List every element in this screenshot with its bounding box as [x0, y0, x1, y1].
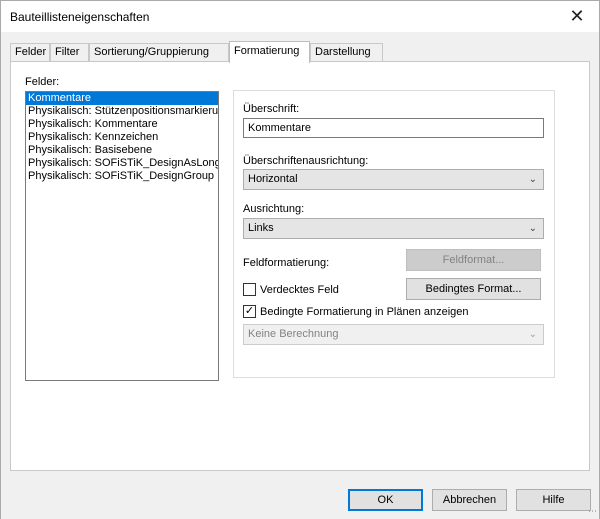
tab-felder[interactable]: Felder: [10, 43, 50, 62]
resize-grip-icon[interactable]: ⋯: [588, 506, 597, 517]
dialog-window: Bauteillisteneigenschaften ✕ Felder Filt…: [0, 0, 600, 519]
align-value: Links: [248, 222, 274, 234]
title-bar: Bauteillisteneigenschaften ✕: [1, 1, 599, 32]
conditional-show-checkbox[interactable]: ✓ Bedingte Formatierung in Plänen anzeig…: [243, 305, 469, 318]
field-format-button[interactable]: Feldformat...: [406, 249, 541, 271]
tab-filter[interactable]: Filter: [50, 43, 89, 62]
calculation-value: Keine Berechnung: [248, 328, 339, 340]
heading-input[interactable]: Kommentare: [243, 118, 544, 138]
heading-align-value: Horizontal: [248, 173, 298, 185]
list-item[interactable]: Physikalisch: SOFiSTiK_DesignAsLongitudi…: [26, 157, 218, 170]
close-icon[interactable]: ✕: [555, 1, 599, 32]
heading-align-select[interactable]: Horizontal ⌄: [243, 169, 544, 190]
calculation-select[interactable]: Keine Berechnung ⌄: [243, 324, 544, 345]
tab-sortierung[interactable]: Sortierung/Gruppierung: [89, 43, 229, 62]
window-title: Bauteillisteneigenschaften: [10, 10, 150, 24]
cancel-button[interactable]: Abbrechen: [432, 489, 507, 511]
checkmark-icon[interactable]: ✓: [243, 305, 256, 318]
hidden-field-label: Verdecktes Feld: [260, 283, 339, 296]
list-item[interactable]: Physikalisch: Kommentare: [26, 118, 218, 131]
chevron-down-icon: ⌄: [528, 223, 537, 234]
conditional-show-label: Bedingte Formatierung in Plänen anzeigen: [260, 305, 469, 318]
heading-label: Überschrift:: [243, 103, 300, 115]
chevron-down-icon: ⌄: [528, 174, 537, 185]
list-item[interactable]: Physikalisch: Kennzeichen: [26, 131, 218, 144]
tab-darstellung[interactable]: Darstellung: [310, 43, 383, 62]
list-item[interactable]: Physikalisch: Stützenpositionsmarkierung: [26, 105, 218, 118]
fields-label: Felder:: [25, 76, 60, 88]
fields-listbox[interactable]: Kommentare Physikalisch: Stützenposition…: [25, 91, 219, 381]
list-item[interactable]: Kommentare: [26, 92, 218, 105]
tab-formatierung[interactable]: Formatierung: [229, 41, 310, 63]
field-format-label: Feldformatierung:: [243, 257, 330, 269]
checkbox-box[interactable]: [243, 283, 256, 296]
heading-align-label: Überschriftenausrichtung:: [243, 155, 369, 167]
align-select[interactable]: Links ⌄: [243, 218, 544, 239]
ok-button[interactable]: OK: [348, 489, 423, 511]
chevron-down-icon: ⌄: [528, 329, 537, 340]
dialog-footer: OK Abbrechen Hilfe ⋯: [1, 479, 599, 519]
hidden-field-checkbox[interactable]: Verdecktes Feld: [243, 283, 339, 296]
list-item[interactable]: Physikalisch: Basisebene: [26, 144, 218, 157]
help-button[interactable]: Hilfe: [516, 489, 591, 511]
conditional-format-button[interactable]: Bedingtes Format...: [406, 278, 541, 300]
list-item[interactable]: Physikalisch: SOFiSTiK_DesignGroup: [26, 170, 218, 183]
align-label: Ausrichtung:: [243, 203, 305, 215]
